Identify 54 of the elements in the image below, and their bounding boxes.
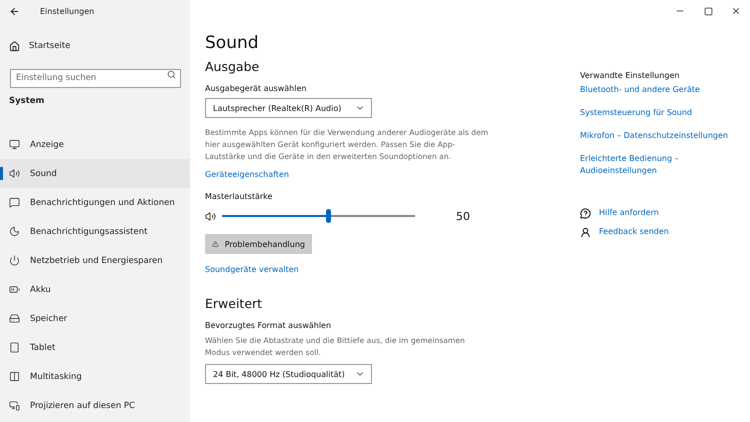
- help-icon: [580, 208, 591, 218]
- related-heading: Verwandte Einstellungen: [580, 71, 680, 80]
- tablet-icon: [9, 342, 20, 353]
- section-heading: Ausgabe: [205, 59, 260, 74]
- monitor-icon: [9, 139, 20, 150]
- sidebar-item[interactable]: Sound: [0, 159, 190, 188]
- field-label: Bevorzugtes Format auswählen: [205, 321, 332, 330]
- sidebar-item[interactable]: Speicher: [0, 304, 190, 333]
- speaker-icon: [9, 168, 20, 179]
- devices-icon: [9, 400, 20, 411]
- feedback-link[interactable]: Feedback senden: [599, 226, 669, 238]
- page-title: Sound: [205, 33, 259, 53]
- sidebar-item[interactable]: Benachrichtigungsassistent: [0, 217, 190, 246]
- battery-icon: [9, 284, 20, 295]
- format-dropdown[interactable]: 24 Bit, 48000 Hz (Studioqualität): [205, 364, 372, 384]
- related-link[interactable]: Systemsteuerung für Sound: [580, 107, 692, 119]
- moon-icon: [9, 226, 20, 237]
- section-heading: Erweitert: [205, 296, 262, 311]
- volume-value: 50: [456, 210, 470, 222]
- warning-icon: [212, 239, 219, 249]
- message-icon: [9, 197, 20, 208]
- drive-icon: [9, 313, 20, 324]
- sidebar-item[interactable]: Anzeige: [0, 130, 190, 159]
- sidebar-item[interactable]: Benachrichtigungen und Aktionen: [0, 188, 190, 217]
- sidebar-item[interactable]: Netzbetrieb und Energiesparen: [0, 246, 190, 275]
- device-dropdown[interactable]: Lautsprecher (Realtek(R) Audio): [205, 98, 372, 118]
- columns-icon: [9, 371, 20, 382]
- manage-devices-link[interactable]: Soundgeräte verwalten: [205, 265, 299, 274]
- section-heading: System: [8, 96, 46, 108]
- properties-link[interactable]: Geräteeigenschaften: [205, 170, 289, 179]
- back-button[interactable]: [9, 6, 20, 16]
- search-field[interactable]: Einstellung suchen: [10, 68, 181, 88]
- field-label: Masterlautstärke: [205, 192, 272, 201]
- search-icon: [167, 70, 176, 79]
- back-arrow-icon: [9, 6, 20, 16]
- power-icon: [9, 255, 20, 266]
- home-link[interactable]: Startseite: [0, 35, 190, 57]
- speaker-icon: [205, 210, 216, 222]
- related-link[interactable]: Mikrofon – Datenschutzeinstellungen: [580, 130, 728, 142]
- sidebar-item[interactable]: Tablet: [0, 333, 190, 362]
- person-icon: [580, 226, 591, 238]
- field-label: Ausgabegerät auswählen: [205, 84, 306, 93]
- sidebar-item[interactable]: Akku: [0, 275, 190, 304]
- window-title: Einstellungen: [40, 6, 94, 16]
- maximize-icon: [704, 6, 712, 16]
- close-icon: [731, 6, 741, 16]
- sidebar-item[interactable]: Multitasking: [0, 362, 190, 391]
- sidebar-item[interactable]: Projizieren auf diesen PC: [0, 391, 190, 420]
- slider-thumb[interactable]: [326, 209, 332, 223]
- related-link[interactable]: Erleichterte Bedienung – Audioeinstellungen: [580, 153, 730, 177]
- related-link[interactable]: Bluetooth- und andere Geräte: [580, 84, 700, 96]
- troubleshoot-button[interactable]: Problembehandlung: [205, 234, 312, 254]
- help-link[interactable]: Hilfe anfordern: [599, 207, 659, 219]
- home-icon: [9, 40, 20, 52]
